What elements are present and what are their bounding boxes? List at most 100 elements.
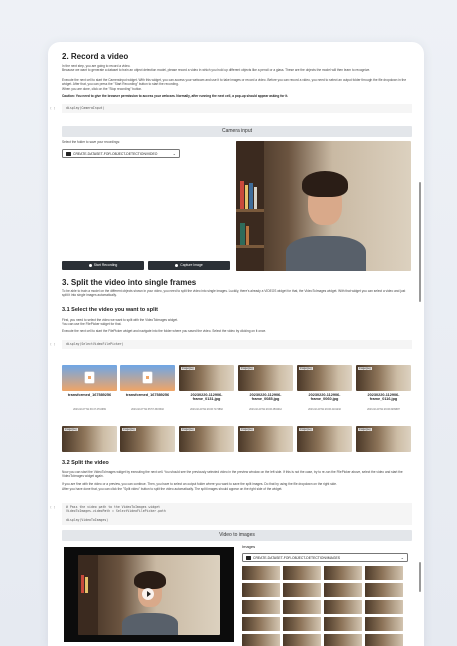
video-preview[interactable] (64, 547, 234, 642)
image-thumbnail[interactable]: image/jpeg (356, 365, 411, 391)
file-name: 20230220-112906-frame_0131.jpg (190, 393, 223, 402)
chevron-down-icon: ⌄ (400, 555, 404, 560)
file-name: 20230220-112906-frame_0060.jpg (308, 393, 341, 402)
file-name: 20230220-112906-frame_0085.jpg (249, 393, 282, 402)
split-image-thumbnail[interactable] (242, 600, 280, 614)
split-image-thumbnail[interactable] (365, 617, 403, 631)
cell-gutter: [ ] (50, 342, 56, 346)
folder-label: Select the folder to save your recording… (62, 140, 120, 144)
split-image-thumbnail[interactable] (365, 600, 403, 614)
camera-icon (175, 263, 179, 267)
chevron-down-icon: ⌄ (172, 151, 176, 156)
split-image-thumbnail[interactable] (283, 600, 321, 614)
split-image-thumbnail[interactable] (242, 634, 280, 646)
file-date: 2023-02-07T11:39:47.4710969 (73, 408, 106, 411)
file-name: 20230220-112906-frame_0116.jpg (367, 393, 400, 402)
code-line: display(VideoToImages) (66, 518, 109, 523)
file-date: 2023-02-07T11:35:57.3315302 (131, 408, 164, 411)
section2-intro-4: When you are done, click on the "Stop re… (62, 87, 143, 91)
split-image-thumbnail[interactable] (242, 583, 280, 597)
split-image-thumbnail[interactable] (283, 617, 321, 631)
split-text-2: If you are fine with the video or a prev… (62, 482, 337, 486)
image-thumbnail[interactable]: image/jpeg (238, 426, 293, 452)
thumb-type-tag: image/jpeg (181, 428, 195, 431)
image-thumbnail[interactable]: image/jpeg (297, 426, 352, 452)
cell-gutter: [ ] (50, 106, 56, 110)
split-image-thumbnail[interactable] (283, 566, 321, 580)
camera-input-header: Camera input (62, 126, 412, 137)
section2-intro-3: Execute the next cell to start the Camer… (62, 78, 407, 87)
cell-gutter: [ ] (50, 505, 56, 509)
code-cell-filepicker[interactable]: display(SelectVideoFilePicker) (62, 340, 412, 349)
image-thumbnail[interactable]: image/jpeg (62, 426, 117, 452)
split-image-thumbnail[interactable] (242, 617, 280, 631)
video-to-images-header: Video to images (62, 530, 412, 541)
file-name: transformed_167589256 (125, 393, 170, 397)
play-icon[interactable] (142, 588, 154, 600)
images-folder-value: CREATE-DATASET-FOR-OBJECT-DETECTION/IMAG… (253, 556, 341, 560)
split-text-3: After you have done that, you can click … (62, 487, 283, 491)
thumb-type-tag: image/jpeg (299, 428, 313, 431)
file-date: 2023-02-20T11:29:06.4502012 (249, 408, 282, 411)
image-thumbnail[interactable]: image/jpeg (356, 426, 411, 452)
image-thumbnail[interactable]: image/jpeg (297, 365, 352, 391)
split-image-thumbnail[interactable] (324, 566, 362, 580)
image-thumbnail[interactable]: image/jpeg (120, 426, 175, 452)
split-image-thumbnail[interactable] (324, 583, 362, 597)
split-image-thumbnail[interactable] (324, 617, 362, 631)
capture-image-label: Capture Image (180, 263, 203, 267)
images-label: Images (242, 544, 256, 549)
file-icon (85, 372, 94, 383)
section3-title: 3. Split the video into single frames (62, 278, 197, 287)
start-recording-label: Start Recording (93, 263, 118, 267)
record-icon (88, 263, 92, 267)
section2-title: 2. Record a video (62, 52, 129, 61)
thumb-type-tag: image/jpeg (64, 428, 78, 431)
file-thumbnail[interactable] (62, 365, 117, 391)
capture-image-button[interactable]: Capture Image (148, 261, 230, 270)
select-text-2: You can use the FilePicker widget for th… (62, 322, 122, 326)
notebook-window: 2. Record a video In the next step, you … (48, 42, 424, 646)
subsection-split-title: 3.2 Split the video (62, 460, 109, 466)
image-thumbnail[interactable]: image/jpeg (179, 426, 234, 452)
scrollbar-lower[interactable] (419, 562, 421, 592)
folder-select[interactable]: CREATE-DATASET-FOR-OBJECT-DETECTION/VIDE… (62, 149, 180, 158)
webcam-preview (236, 141, 411, 271)
start-recording-button[interactable]: Start Recording (62, 261, 144, 270)
image-thumbnail[interactable]: image/jpeg (238, 365, 293, 391)
thumb-type-tag: image/jpeg (240, 428, 254, 431)
scrollbar-upper[interactable] (419, 182, 421, 302)
file-name: transformed_167589256 (67, 393, 112, 397)
images-folder-select[interactable]: CREATE-DATASET-FOR-OBJECT-DETECTION/IMAG… (242, 553, 408, 562)
split-image-thumbnail[interactable] (365, 566, 403, 580)
image-thumbnail[interactable]: image/jpeg (179, 365, 234, 391)
split-image-thumbnail[interactable] (324, 600, 362, 614)
split-text-1: Now you can start the VideoToImages widg… (62, 470, 403, 479)
thumb-type-tag: image/jpeg (240, 367, 254, 370)
split-image-thumbnail[interactable] (324, 634, 362, 646)
split-image-thumbnail[interactable] (283, 583, 321, 597)
folder-icon (246, 556, 251, 560)
thumb-type-tag: image/jpeg (181, 367, 195, 370)
section2-intro-2: Because we want to generate a dataset to… (62, 68, 371, 72)
split-image-thumbnail[interactable] (242, 566, 280, 580)
folder-select-value: CREATE-DATASET-FOR-OBJECT-DETECTION/VIDE… (73, 152, 158, 156)
split-image-thumbnail[interactable] (365, 634, 403, 646)
split-image-thumbnail[interactable] (283, 634, 321, 646)
file-date: 2023-02-20T11:29:06.4101232 (308, 408, 341, 411)
file-thumbnail[interactable] (120, 365, 175, 391)
thumb-type-tag: image/jpeg (122, 428, 136, 431)
subsection-select-title: 3.1 Select the video you want to split (62, 307, 158, 313)
split-image-thumbnail[interactable] (365, 583, 403, 597)
thumb-type-tag: image/jpeg (299, 367, 313, 370)
folder-icon (66, 152, 71, 156)
caution-note: Caution: You need to give the browser pe… (62, 94, 289, 98)
thumb-type-tag: image/jpeg (358, 428, 372, 431)
thumb-type-tag: image/jpeg (358, 367, 372, 370)
code-cell-camera[interactable]: display(CameraInput) (62, 104, 412, 113)
code-cell-video-to-images[interactable]: # Pass the video path to the VideoToImag… (62, 503, 412, 525)
select-text-3: Execute the next cell to start the FileP… (62, 329, 267, 333)
section3-intro: To be able to train a model on the diffe… (62, 289, 406, 298)
file-date: 2023-02-20T11:29:06.6299687 (367, 408, 400, 411)
file-icon (143, 372, 152, 383)
